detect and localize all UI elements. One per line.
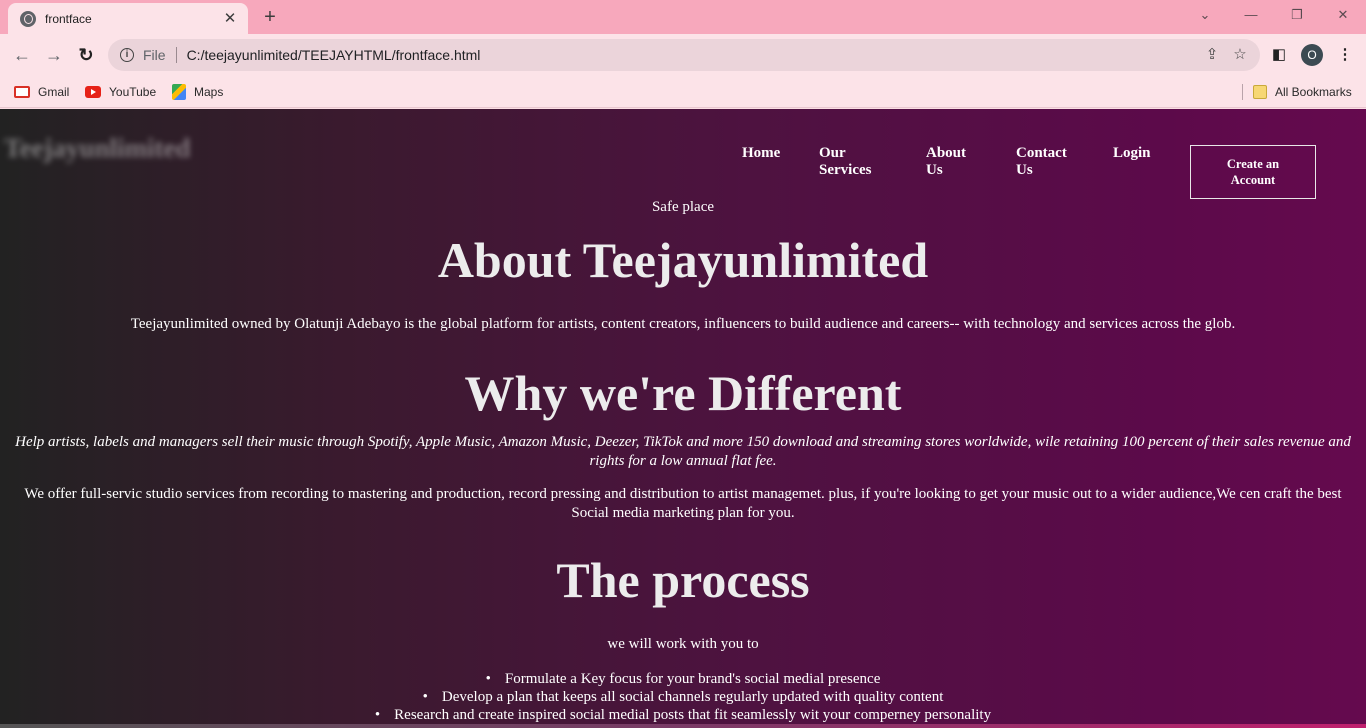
star-icon[interactable]: ☆ (1226, 41, 1254, 69)
tab-title: frontface (45, 11, 92, 26)
bookmarks-bar: Gmail YouTube Maps All Bookmarks (0, 76, 1366, 108)
bookmark-maps[interactable]: Maps (172, 82, 223, 102)
bookmark-youtube[interactable]: YouTube (85, 82, 156, 102)
list-item: Research and create inspired social medi… (0, 706, 1366, 724)
share-icon[interactable]: ⇪ (1198, 41, 1226, 69)
tagline: Safe place (651, 199, 715, 215)
tab-search-icon[interactable]: ⌄ (1191, 4, 1219, 26)
nav-login[interactable]: Login (1113, 145, 1173, 162)
page-viewport: Teejayunlimited Home Our Services About … (0, 109, 1366, 728)
about-text: Teejayunlimited owned by Olatunji Adebay… (130, 316, 1236, 332)
help-text: Help artists, labels and managers sell t… (15, 434, 1351, 469)
youtube-icon (85, 86, 101, 98)
all-bookmarks-label: All Bookmarks (1275, 85, 1352, 99)
folder-icon (1253, 85, 1267, 99)
info-icon[interactable]: i (120, 48, 134, 62)
side-panel-icon[interactable]: ◧ (1267, 43, 1291, 67)
omnibox-divider (175, 47, 177, 63)
bookmark-label: YouTube (109, 85, 157, 99)
bookmark-gmail[interactable]: Gmail (14, 82, 69, 102)
window-close-icon[interactable]: ✕ (1329, 4, 1357, 26)
bookmark-label: Gmail (38, 85, 70, 99)
gmail-icon (14, 86, 30, 98)
nav-our-services[interactable]: Our Services (819, 145, 883, 179)
browser-tab[interactable]: frontface ✕ (8, 3, 248, 34)
profile-avatar[interactable]: O (1301, 44, 1323, 66)
all-bookmarks-button[interactable]: All Bookmarks (1253, 82, 1352, 102)
about-heading: About Teejayunlimited (437, 232, 929, 288)
scheme-label: File (143, 47, 166, 63)
browser-toolbar: ← → ↻ i File C:/teejayunlimited/TEEJAYHT… (0, 34, 1366, 76)
forward-icon[interactable]: → (40, 42, 68, 68)
url-text[interactable]: C:/teejayunlimited/TEEJAYHTML/frontface.… (187, 47, 1198, 63)
bookmark-label: Maps (194, 85, 224, 99)
work-intro: we will work with you to (607, 636, 759, 652)
globe-icon (20, 10, 36, 27)
list-item: Formulate a Key focus for your brand's s… (0, 670, 1366, 688)
different-heading: Why we're Different (464, 365, 902, 421)
tab-strip: frontface ✕ + ⌄ — ❐ ✕ (0, 0, 1366, 34)
list-item: Develop a plan that keeps all social cha… (0, 688, 1366, 706)
bookmarks-divider (1242, 84, 1243, 100)
nav-about-us[interactable]: About Us (926, 145, 978, 179)
minimize-icon[interactable]: — (1237, 4, 1265, 26)
menu-icon[interactable]: ⋮ (1333, 43, 1357, 67)
maps-icon (172, 84, 186, 100)
brand-logo[interactable]: Teejayunlimited (4, 133, 191, 164)
nav-contact-us[interactable]: Contact Us (1016, 145, 1078, 179)
new-tab-button[interactable]: + (258, 5, 282, 29)
reload-icon[interactable]: ↻ (72, 42, 100, 68)
address-bar[interactable]: i File C:/teejayunlimited/TEEJAYHTML/fro… (108, 39, 1260, 71)
process-steps: Formulate a Key focus for your brand's s… (0, 670, 1366, 724)
offer-text: We offer full-servic studio services fro… (24, 486, 1342, 521)
nav-home[interactable]: Home (742, 145, 802, 162)
back-icon[interactable]: ← (8, 42, 36, 68)
process-heading: The process (556, 552, 810, 608)
close-tab-icon[interactable]: ✕ (222, 10, 238, 27)
create-account-button[interactable]: Create an Account (1190, 145, 1316, 199)
restore-icon[interactable]: ❐ (1283, 4, 1311, 26)
